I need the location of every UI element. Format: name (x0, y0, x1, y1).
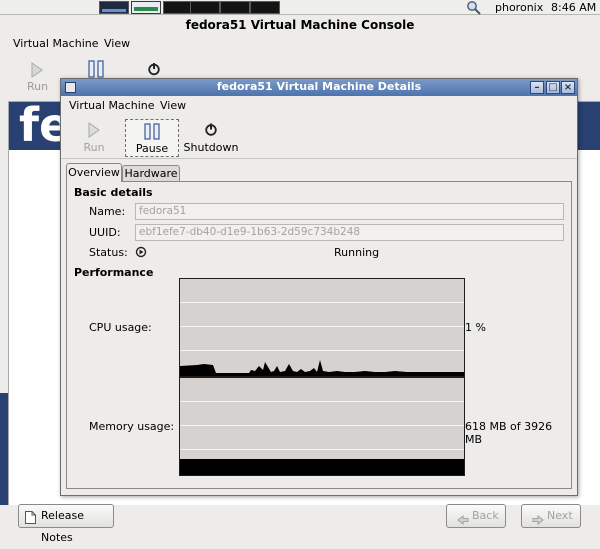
arrow-left-icon (457, 511, 469, 533)
overview-panel: Basic details Name: fedora51 UUID: ebf1e… (66, 181, 572, 489)
workspace-5[interactable] (220, 1, 250, 14)
menu-virtual-machine[interactable]: Virtual Machine (69, 99, 155, 112)
next-button[interactable]: Next (521, 504, 581, 528)
memory-usage-value: 618 MB of 3926 MB (465, 420, 553, 446)
minimize-button[interactable]: – (530, 81, 544, 94)
arrow-right-icon (532, 511, 544, 533)
run-button[interactable]: Run (75, 119, 113, 157)
release-notes-label: Release Notes (41, 509, 84, 544)
cpu-usage-value: 1 % (465, 321, 486, 334)
memory-usage-label: Memory usage: (89, 420, 175, 433)
console-shutdown-icon[interactable] (147, 62, 161, 79)
top-panel: phoronix 8:46 AM (0, 0, 600, 15)
cpu-usage-label: CPU usage: (89, 321, 152, 334)
uuid-label: UUID: (89, 226, 121, 239)
back-label: Back (472, 509, 499, 522)
status-value: Running (334, 246, 380, 259)
console-run-label[interactable]: Run (27, 80, 48, 93)
console-left-strip (0, 393, 8, 513)
user-name[interactable]: phoronix (495, 1, 543, 14)
back-button[interactable]: Back (446, 504, 506, 528)
workspace-4[interactable] (190, 1, 220, 14)
performance-heading: Performance (74, 266, 154, 279)
name-label: Name: (89, 205, 126, 218)
maximize-button[interactable]: □ (546, 81, 560, 94)
shutdown-button[interactable]: Shutdown (183, 119, 239, 157)
pause-button[interactable]: Pause (125, 119, 179, 157)
run-label: Run (83, 141, 105, 154)
pause-icon (143, 123, 161, 143)
memory-usage-graph (179, 377, 465, 476)
workspace-1[interactable] (99, 1, 129, 14)
run-icon (87, 122, 101, 141)
uuid-field[interactable]: ebf1efe7-db40-d1e9-1b63-2d59c734b248 (135, 224, 564, 241)
workspace-2[interactable] (131, 1, 161, 14)
console-menubar: Virtual Machine View (0, 35, 600, 53)
console-menu-view[interactable]: View (104, 37, 130, 50)
details-titlebar[interactable]: fedora51 Virtual Machine Details – □ × (61, 79, 577, 96)
details-window: fedora51 Virtual Machine Details – □ × V… (60, 78, 578, 496)
clock[interactable]: 8:46 AM (551, 1, 596, 14)
release-notes-button[interactable]: Release Notes (18, 504, 114, 544)
menu-view[interactable]: View (160, 99, 186, 112)
tab-overview[interactable]: Overview (66, 163, 122, 182)
details-window-title: fedora51 Virtual Machine Details (216, 80, 422, 93)
tab-hardware[interactable]: Hardware (122, 165, 180, 182)
console-menu-virtual-machine[interactable]: Virtual Machine (13, 37, 99, 50)
search-icon[interactable] (466, 0, 482, 15)
workspace-3[interactable] (163, 1, 193, 14)
workspace-6[interactable] (250, 1, 280, 14)
close-button[interactable]: × (561, 81, 575, 94)
console-run-icon[interactable] (30, 62, 44, 81)
basic-details-heading: Basic details (74, 186, 153, 199)
pause-label: Pause (135, 142, 169, 155)
document-icon (25, 510, 36, 524)
details-menubar: Virtual Machine View (61, 96, 577, 115)
console-window-title: fedora51 Virtual Machine Console (0, 15, 600, 35)
name-field[interactable]: fedora51 (135, 203, 564, 220)
memory-usage-fill (180, 459, 464, 475)
running-status-icon (135, 246, 147, 261)
shutdown-label: Shutdown (183, 141, 239, 154)
details-toolbar: Run Pause Shutdown (61, 115, 577, 159)
status-label: Status: (89, 246, 128, 259)
next-label: Next (547, 509, 573, 522)
power-icon (204, 122, 218, 140)
cpu-usage-graph (179, 278, 465, 377)
